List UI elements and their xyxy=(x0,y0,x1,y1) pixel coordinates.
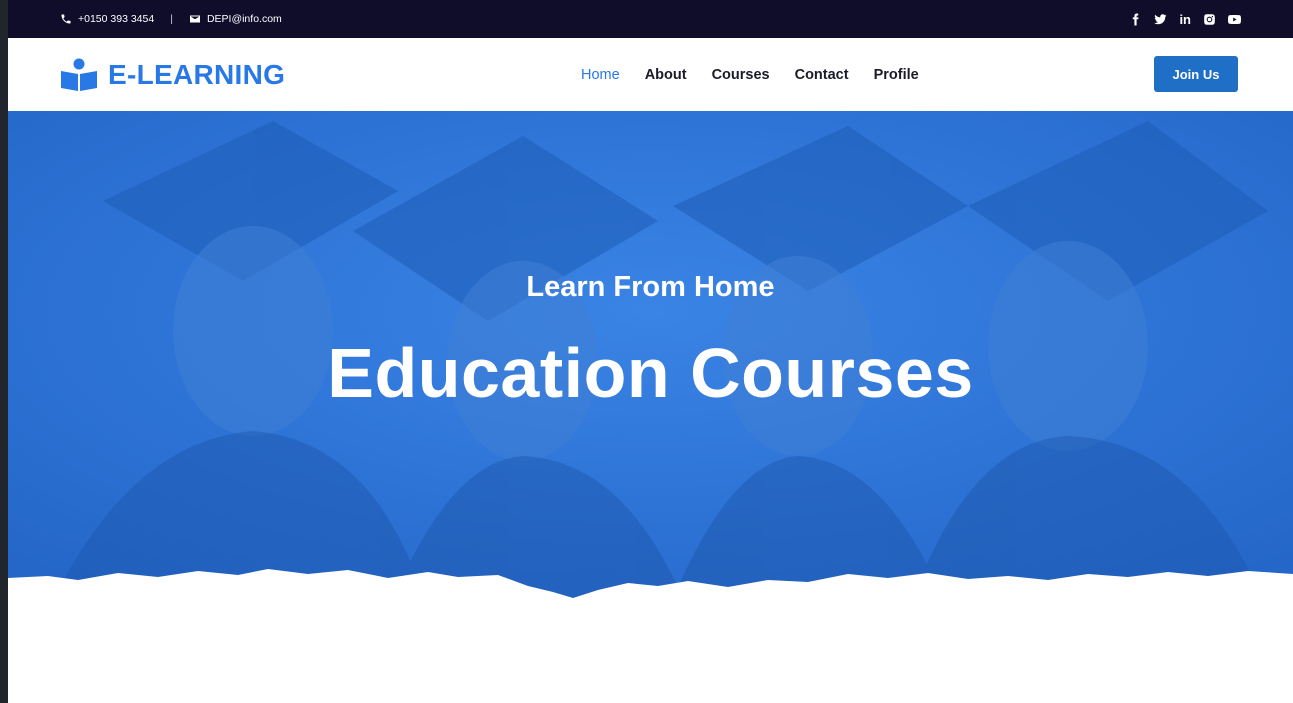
facebook-link[interactable] xyxy=(1129,13,1142,26)
brand-logo[interactable]: E-LEARNING xyxy=(60,58,285,92)
browser-viewport: +0150 393 3454 | DEPI@info.com in E-LEAR… xyxy=(8,0,1293,703)
twitter-link[interactable] xyxy=(1154,13,1167,26)
nav-profile[interactable]: Profile xyxy=(874,67,919,83)
contact-info: +0150 393 3454 | DEPI@info.com xyxy=(60,13,282,25)
nav-menu: Home About Courses Contact Profile xyxy=(581,38,919,111)
youtube-icon xyxy=(1228,14,1241,24)
phone-number[interactable]: +0150 393 3454 xyxy=(78,13,154,25)
torn-paper-divider xyxy=(8,569,1293,611)
hero-banner: Learn From Home Education Courses xyxy=(8,111,1293,611)
youtube-link[interactable] xyxy=(1228,13,1241,26)
brand-name: E-LEARNING xyxy=(108,58,286,90)
top-contact-bar: +0150 393 3454 | DEPI@info.com in xyxy=(8,0,1293,38)
join-us-button[interactable]: Join Us xyxy=(1154,56,1238,92)
phone-icon xyxy=(61,14,71,24)
nav-home[interactable]: Home xyxy=(581,67,620,83)
envelope-icon xyxy=(189,15,200,23)
instagram-icon xyxy=(1204,13,1215,25)
hero-subtitle: Learn From Home xyxy=(526,271,775,303)
linkedin-link[interactable]: in xyxy=(1179,12,1191,27)
nav-courses[interactable]: Courses xyxy=(712,67,770,83)
email-address[interactable]: DEPI@info.com xyxy=(207,13,282,25)
social-links: in xyxy=(1129,12,1241,27)
contact-separator: | xyxy=(170,13,173,25)
reader-book-icon xyxy=(61,58,97,91)
hero-title: Education Courses xyxy=(327,334,974,412)
facebook-icon xyxy=(1133,13,1139,25)
nav-contact[interactable]: Contact xyxy=(795,67,849,83)
nav-about[interactable]: About xyxy=(645,67,687,83)
instagram-link[interactable] xyxy=(1203,13,1216,26)
main-navbar: E-LEARNING Home About Courses Contact Pr… xyxy=(8,38,1293,111)
twitter-icon xyxy=(1154,13,1167,24)
